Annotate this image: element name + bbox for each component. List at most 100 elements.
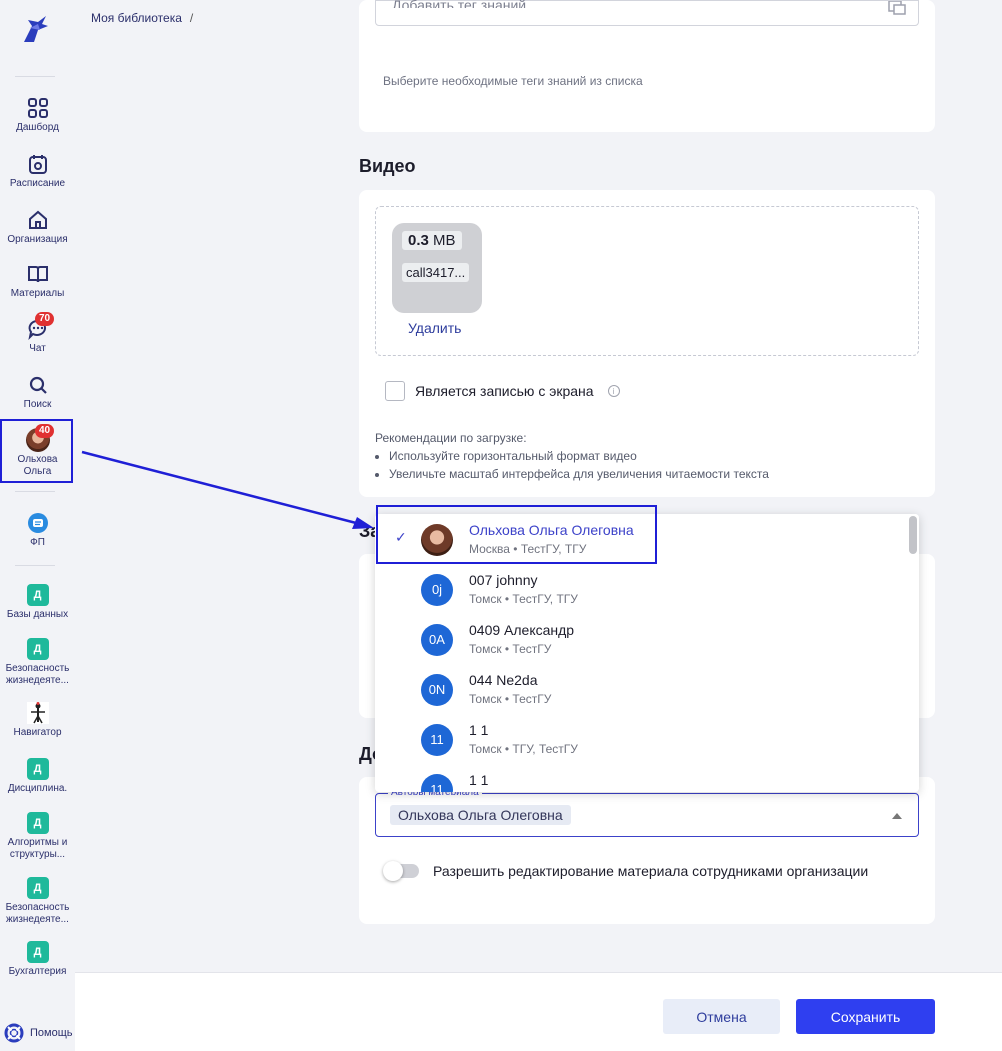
add-tag-icon[interactable] [888,1,906,15]
home-icon [28,210,47,229]
screen-recording-row: Является записью с экрана i [385,381,620,401]
fp-icon [27,513,48,533]
option-name: 1 1 [469,772,489,788]
course-icon: Д [26,638,49,660]
option-location: Томск • ТестГУ [469,692,552,706]
avatar: 11 [421,724,453,756]
chevron-up-icon[interactable] [892,813,902,819]
course-icon: Д [26,758,49,780]
file-size: 0.3 MB [402,231,462,250]
help-label: Помощь [30,1027,73,1039]
sidebar-item-schedule[interactable]: Расписание [0,153,75,190]
course-label: Базы данных [6,609,69,620]
sidebar-item-search[interactable]: Поиск [0,374,75,411]
sidebar-item-label: Поиск [23,399,52,410]
save-button[interactable]: Сохранить [796,999,935,1034]
file-name: call3417... [402,263,470,282]
screen-recording-label: Является записью с экрана [415,383,594,399]
option-name: 0409 Александр [469,622,575,638]
sidebar: Дашборд Расписание Организация Материалы… [0,0,75,1051]
course-icon: Д [26,941,49,963]
tag-input-placeholder: Добавить тег знаний [392,0,527,8]
avatar: 0N [421,674,453,706]
sidebar-item-dashboard[interactable]: Дашборд [0,97,75,134]
sidebar-course-accounting[interactable]: Д Бухгалтерия [0,941,75,978]
footer-bar: Отмена Сохранить [75,972,1002,1051]
sidebar-item-fp[interactable]: ФП [0,512,75,549]
dropdown-option[interactable]: 0А 0409 Александр Томск • ТестГУ [375,614,905,664]
dropdown-scrollbar[interactable] [905,514,919,792]
video-section-title: Видео [359,156,416,176]
course-label: Бухгалтерия [8,966,67,977]
sidebar-divider [15,491,55,492]
option-name: 044 Ne2da [469,672,538,688]
navigator-figure-icon [26,702,49,724]
dropdown-option[interactable]: 0j 007 johnny Томск • ТестГУ, ТГУ [375,564,905,614]
course-label-line2: структуры... [9,849,66,860]
sidebar-item-label: Организация [7,234,68,245]
authors-select[interactable]: Авторы материала Ольхова Ольга Олеговна [375,787,919,837]
edit-permission-row: Разрешить редактирование материала сотру… [383,861,869,881]
authors-card: Авторы материала Ольхова Ольга Олеговна … [359,777,935,924]
recommendation-item: Увеличьте масштаб интерфейса для увеличе… [389,465,769,483]
course-label: Дисциплина. [7,783,68,794]
profile-highlight-box [0,419,73,483]
sidebar-item-label: Дашборд [16,122,59,133]
sidebar-course-discipline[interactable]: Д Дисциплина. [0,758,75,795]
dropdown-option[interactable]: 0N 044 Ne2da Томск • ТестГУ [375,664,905,714]
sidebar-course-databases[interactable]: Д Базы данных [0,584,75,621]
breadcrumb: Моя библиотека / [91,11,193,25]
search-icon [29,376,47,394]
sidebar-course-algorithms[interactable]: Д Алгоритмы и структуры... [0,812,75,861]
help-button[interactable]: Помощь [4,1023,73,1043]
sidebar-item-chat[interactable]: Чат 70 [0,312,75,355]
cancel-button[interactable]: Отмена [663,999,780,1034]
screen-recording-checkbox[interactable] [385,381,405,401]
sidebar-item-label: ФП [30,537,45,548]
course-label-line2: жизнедеяте... [6,675,69,686]
edit-permission-toggle[interactable] [383,861,419,881]
author-chip[interactable]: Ольхова Ольга Олеговна [390,805,571,825]
sidebar-course-life-safety[interactable]: Д Безопасность жизнедеяте... [0,638,75,687]
course-icon: Д [26,877,49,899]
scrollbar-thumb[interactable] [909,516,917,554]
sidebar-item-organization[interactable]: Организация [0,209,75,246]
sidebar-course-life-safety-2[interactable]: Д Безопасность жизнедеяте... [0,877,75,926]
avatar: 0j [421,574,453,606]
edit-permission-label: Разрешить редактирование материала сотру… [433,863,869,879]
chat-unread-badge: 70 [35,312,55,326]
course-label: Навигатор [13,727,62,738]
tag-input[interactable]: Добавить тег знаний [375,0,919,26]
course-label-line2: жизнедеяте... [6,914,69,925]
course-label-line1: Безопасность [5,663,70,674]
option-location: Томск • ТГУ, ТестГУ [469,742,578,756]
avatar: 11 [421,774,453,792]
tags-card: Добавить тег знаний Выберите необходимые… [359,0,935,132]
course-label-line1: Безопасность [5,902,70,913]
option-location: Томск • ТестГУ [469,642,552,656]
course-label-line1: Алгоритмы и [7,837,68,848]
recommendations-title: Рекомендации по загрузке: [375,431,527,445]
logo-icon[interactable] [18,12,54,48]
sidebar-item-label: Чат [29,343,46,354]
book-icon [27,266,48,283]
sidebar-divider [15,76,55,77]
tag-hint: Выберите необходимые теги знаний из спис… [383,74,643,88]
course-icon: Д [26,812,49,834]
selected-author-highlight-box [376,505,657,564]
breadcrumb-separator: / [189,11,194,25]
video-file-tile: 0.3 MB call3417... [392,223,482,313]
video-dropzone[interactable]: 0.3 MB call3417... Удалить [375,206,919,356]
sidebar-course-navigator[interactable]: Навигатор [0,702,75,739]
sidebar-item-label: Материалы [10,288,65,299]
upload-recommendations: Рекомендации по загрузке: Используйте го… [375,429,769,483]
sidebar-item-materials[interactable]: Материалы [0,263,75,300]
breadcrumb-root[interactable]: Моя библиотека [91,11,182,25]
recommendation-item: Используйте горизонтальный формат видео [389,447,769,465]
dropdown-option[interactable]: 11 1 1 Томск • ТГУ, ТестГУ [375,714,905,764]
dropdown-option[interactable]: 11 1 1 [375,764,905,792]
option-location: Томск • ТестГУ, ТГУ [469,592,578,606]
course-icon: Д [26,584,49,606]
info-icon[interactable]: i [607,385,620,397]
delete-video-button[interactable]: Удалить [408,320,461,336]
